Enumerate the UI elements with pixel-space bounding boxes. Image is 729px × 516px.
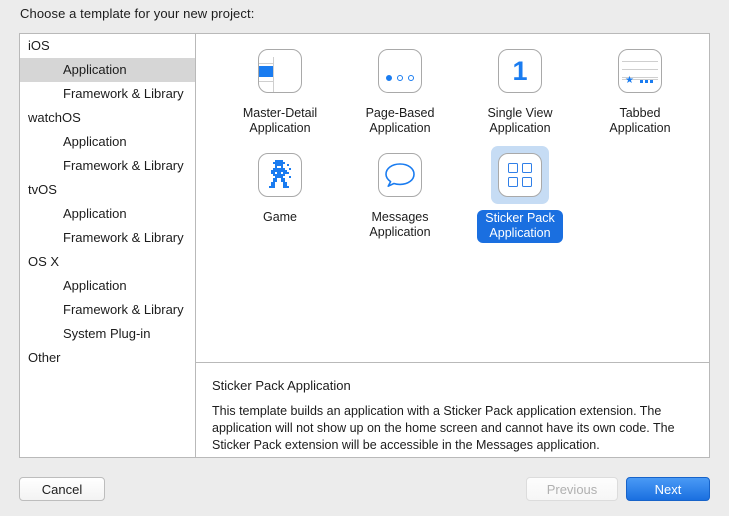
template-description-panel: Sticker Pack Application This template b… [196,364,709,457]
new-project-template-dialog: Choose a template for your new project: … [0,0,729,516]
template-game[interactable]: Game [220,146,340,243]
messages-icon [378,153,422,197]
tabbed-icon: ★ [618,49,662,93]
icon-wrap [251,146,309,204]
game-sprite-svg [269,160,291,188]
icon-wrap-selected [491,146,549,204]
cancel-button[interactable]: Cancel [19,477,105,501]
sidebar-item-watchos-framework-library[interactable]: Framework & Library [20,154,195,178]
template-label-selected: Sticker Pack Application [477,210,563,243]
template-label-line1: Tabbed [619,106,661,120]
sidebar-item-osx-system-plugin[interactable]: System Plug-in [20,322,195,346]
template-label-line2: Application [609,121,671,135]
template-label: Master-Detail Application [243,106,317,136]
previous-button[interactable]: Previous [526,477,618,501]
sidebar-item-ios-framework-library[interactable]: Framework & Library [20,82,195,106]
template-label-line1: Page-Based [365,106,435,120]
sidebar-item-osx-framework-library[interactable]: Framework & Library [20,298,195,322]
speech-bubble-svg [385,163,415,187]
template-master-detail-application[interactable]: Master-Detail Application [220,42,340,136]
template-row: Master-Detail Application Page-Based App… [196,42,709,136]
sidebar-item-tvos[interactable]: tvOS [20,178,195,202]
template-label: Messages Application [369,210,430,240]
template-messages-application[interactable]: Messages Application [340,146,460,243]
single-view-icon: 1 [498,49,542,93]
game-icon [258,153,302,197]
template-label-line2: Application [369,121,431,135]
template-sticker-pack-application[interactable]: Sticker Pack Application [460,146,580,243]
sidebar-item-watchos[interactable]: watchOS [20,106,195,130]
icon-wrap [371,146,429,204]
sidebar-item-osx-application[interactable]: Application [20,274,195,298]
template-page-based-application[interactable]: Page-Based Application [340,42,460,136]
sidebar-item-tvos-framework-library[interactable]: Framework & Library [20,226,195,250]
template-label-line1: Single View [487,106,553,120]
template-label-line2: Application [489,121,551,135]
template-label: Tabbed Application [609,106,670,136]
icon-wrap [371,42,429,100]
sidebar-item-other[interactable]: Other [20,346,195,370]
sidebar-item-ios-application[interactable]: Application [20,58,195,82]
template-label-line1: Master-Detail [242,106,318,120]
next-button[interactable]: Next [626,477,710,501]
template-row: Game Messages Application Sticker Pack A… [196,146,709,243]
template-label-line2: Application [489,226,551,240]
template-tabbed-application[interactable]: ★ Tabbed Application [580,42,700,136]
template-grid: Master-Detail Application Page-Based App… [196,34,709,363]
sticker-pack-icon [498,153,542,197]
sidebar-item-watchos-application[interactable]: Application [20,130,195,154]
master-detail-icon [258,49,302,93]
template-label: Page-Based Application [366,106,435,136]
icon-wrap: 1 [491,42,549,100]
icon-wrap [251,42,309,100]
description-title: Sticker Pack Application [212,378,351,393]
page-based-icon [378,49,422,93]
template-label-line1: Sticker Pack [485,211,555,225]
sidebar-item-tvos-application[interactable]: Application [20,202,195,226]
template-label-line2: Application [249,121,311,135]
template-label: Single View Application [487,106,552,136]
template-label-line1: Messages [371,210,429,224]
content-frame: iOS Application Framework & Library watc… [19,33,710,458]
template-label-line2: Application [369,225,431,239]
page-title: Choose a template for your new project: [20,6,255,21]
template-single-view-application[interactable]: 1 Single View Application [460,42,580,136]
platform-sidebar[interactable]: iOS Application Framework & Library watc… [20,34,196,457]
description-body: This template builds an application with… [212,404,675,452]
icon-wrap: ★ [611,42,669,100]
sidebar-item-osx[interactable]: OS X [20,250,195,274]
template-label-line1: Game [262,210,298,224]
sidebar-item-ios[interactable]: iOS [20,34,195,58]
template-label: Game [263,210,297,225]
